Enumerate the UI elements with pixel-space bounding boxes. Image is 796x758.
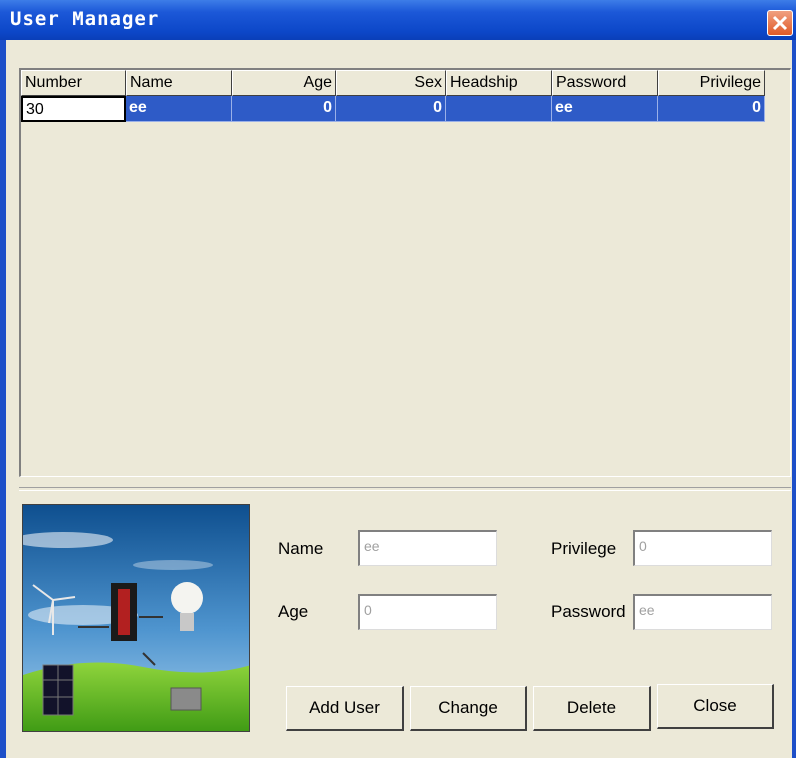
window-frame-right bbox=[792, 40, 796, 758]
add-user-button[interactable]: Add User bbox=[286, 686, 404, 731]
title-close-button[interactable] bbox=[767, 10, 793, 36]
name-field[interactable]: ee bbox=[358, 530, 497, 566]
privilege-field[interactable]: 0 bbox=[633, 530, 772, 566]
delete-button[interactable]: Delete bbox=[533, 686, 651, 731]
column-header-headship[interactable]: Headship bbox=[446, 70, 552, 96]
column-header-password[interactable]: Password bbox=[552, 70, 658, 96]
window-frame-left bbox=[0, 40, 6, 758]
cell-name[interactable]: ee bbox=[126, 96, 232, 122]
window-title: User Manager bbox=[10, 8, 160, 30]
user-grid[interactable]: Number Name Age Sex Headship Password Pr… bbox=[19, 68, 791, 477]
cell-sex[interactable]: 0 bbox=[336, 96, 446, 122]
column-header-number[interactable]: Number bbox=[21, 70, 126, 96]
title-bar[interactable]: User Manager bbox=[0, 0, 796, 40]
column-header-sex[interactable]: Sex bbox=[336, 70, 446, 96]
cell-privilege[interactable]: 0 bbox=[658, 96, 765, 122]
cell-number[interactable]: 30 bbox=[21, 96, 126, 122]
cell-password[interactable]: ee bbox=[552, 96, 658, 122]
cell-headship[interactable] bbox=[446, 96, 552, 122]
panel-divider bbox=[19, 487, 791, 491]
column-header-privilege[interactable]: Privilege bbox=[658, 70, 765, 96]
column-header-age[interactable]: Age bbox=[232, 70, 336, 96]
privilege-label: Privilege bbox=[551, 539, 617, 558]
user-manager-window: User Manager Number Name Age Sex Headshi… bbox=[0, 0, 796, 758]
close-icon bbox=[772, 15, 788, 31]
password-label: Password bbox=[551, 602, 626, 621]
column-header-name[interactable]: Name bbox=[126, 70, 232, 96]
cell-age[interactable]: 0 bbox=[232, 96, 336, 122]
close-button[interactable]: Close bbox=[657, 684, 774, 729]
change-button[interactable]: Change bbox=[410, 686, 527, 731]
age-field[interactable]: 0 bbox=[358, 594, 497, 630]
energy-system-picture bbox=[22, 504, 250, 732]
password-field[interactable]: ee bbox=[633, 594, 772, 630]
age-label: Age bbox=[278, 602, 309, 621]
name-label: Name bbox=[278, 539, 324, 558]
